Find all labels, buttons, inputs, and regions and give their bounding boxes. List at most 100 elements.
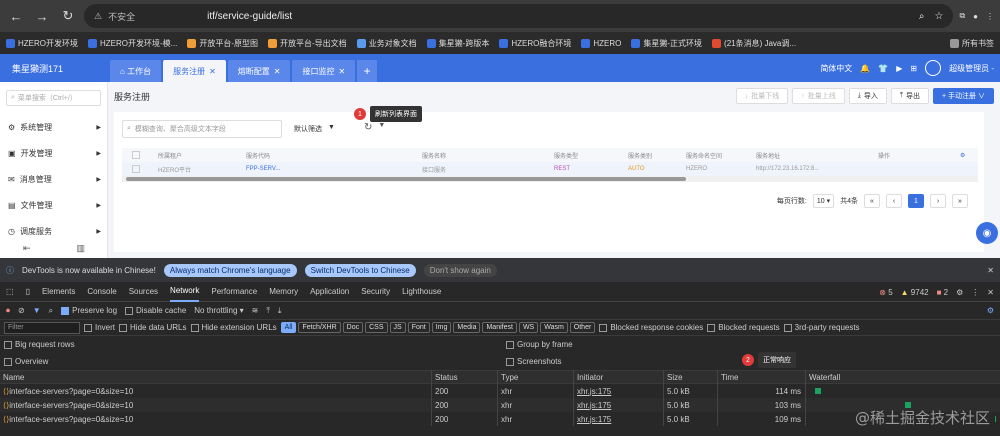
- profile-icon[interactable]: ●: [973, 12, 978, 21]
- table-row[interactable]: HZERO平台 FPP-SERV... 接口服务 REST AUTO HZERO…: [122, 162, 978, 176]
- blocked-requests-checkbox[interactable]: Blocked requests: [707, 323, 780, 332]
- overview-checkbox[interactable]: Overview: [4, 357, 48, 366]
- back-icon[interactable]: ←: [6, 6, 26, 26]
- column-header[interactable]: Name: [0, 370, 432, 384]
- filter-chip[interactable]: Font: [407, 322, 430, 333]
- menu-icon[interactable]: ⋮: [986, 12, 994, 21]
- horizontal-scrollbar[interactable]: [122, 176, 978, 182]
- search-icon[interactable]: ⌕: [49, 306, 53, 316]
- first-page-button[interactable]: «: [864, 194, 880, 208]
- network-cell-initiator[interactable]: xhr.js:175: [574, 384, 664, 398]
- download-icon[interactable]: ⤓: [278, 306, 282, 316]
- filter-chip[interactable]: All: [280, 322, 297, 333]
- tab-sources[interactable]: Sources: [129, 282, 158, 302]
- filter-chip[interactable]: Img: [431, 322, 452, 333]
- settings-icon[interactable]: ⚙: [960, 152, 965, 159]
- filter-chip[interactable]: Doc: [342, 322, 364, 333]
- forward-icon[interactable]: →: [32, 6, 52, 26]
- close-icon[interactable]: ✕: [987, 266, 994, 275]
- match-language-button[interactable]: Always match Chrome's language: [163, 263, 297, 277]
- hide-extension-urls-checkbox[interactable]: Hide extension URLs: [190, 323, 277, 332]
- batch-online-button[interactable]: ↑ 批量上线: [792, 88, 845, 104]
- close-icon[interactable]: ✕: [274, 67, 281, 76]
- refresh-icon[interactable]: ↻: [364, 122, 372, 133]
- shirt-icon[interactable]: 👕: [878, 64, 888, 73]
- tab-api-monitor[interactable]: 接口监控 ✕: [292, 60, 356, 82]
- filter-chip[interactable]: Media: [453, 322, 481, 333]
- bookmark-item[interactable]: HZERO融合环境: [499, 38, 571, 49]
- tab-security[interactable]: Security: [361, 282, 390, 302]
- play-icon[interactable]: ▶: [896, 64, 902, 73]
- record-icon[interactable]: ⏺: [6, 306, 10, 316]
- column-header[interactable]: Size: [664, 370, 718, 384]
- big-rows-checkbox[interactable]: Big request rows: [4, 340, 75, 349]
- sidebar-item-schedule[interactable]: ◷ 调度服务 ▶: [0, 218, 107, 244]
- network-cell-initiator[interactable]: xhr.js:175: [574, 398, 664, 412]
- reload-icon[interactable]: ↻: [58, 6, 78, 26]
- network-request-row[interactable]: ⟨⟩ interface-servers?page=0&size=10 200 xh…: [0, 398, 1000, 412]
- tab-memory[interactable]: Memory: [269, 282, 298, 302]
- row-checkbox[interactable]: [122, 165, 158, 173]
- column-header[interactable]: Waterfall: [806, 370, 996, 384]
- sidebar-item-system[interactable]: ⚙ 系统管理 ▶: [0, 114, 107, 140]
- tab-circuit-config[interactable]: 熔断配置 ✕: [227, 60, 291, 82]
- bell-icon[interactable]: 🔔: [860, 64, 870, 73]
- scrollbar-thumb[interactable]: [126, 177, 686, 181]
- screenshots-checkbox[interactable]: Screenshots: [506, 357, 561, 366]
- tab-lighthouse[interactable]: Lighthouse: [402, 282, 441, 302]
- more-icon[interactable]: ⋮: [971, 288, 979, 297]
- tab-performance[interactable]: Performance: [211, 282, 257, 302]
- switch-chinese-button[interactable]: Switch DevTools to Chinese: [304, 263, 416, 277]
- close-icon[interactable]: ✕: [338, 67, 345, 76]
- language-select[interactable]: 简体中文: [820, 63, 852, 74]
- error-count[interactable]: ⊗ 5: [879, 288, 892, 297]
- column-header[interactable]: Time: [718, 370, 806, 384]
- batch-offline-button[interactable]: ↓ 批量下线: [735, 88, 789, 104]
- issue-count[interactable]: ■ 2: [937, 288, 949, 297]
- bookmark-item[interactable]: 集星獭-跨版本: [426, 38, 489, 49]
- assistant-fab-button[interactable]: ◉: [976, 222, 998, 244]
- select-all-checkbox[interactable]: [122, 151, 158, 159]
- page-number-button[interactable]: 1: [908, 194, 924, 208]
- tab-network[interactable]: Network: [170, 282, 200, 302]
- network-request-row[interactable]: ⟨⟩ interface-servers?page=0&size=10 200 xh…: [0, 412, 1000, 426]
- zoom-icon[interactable]: ⌕: [919, 11, 925, 22]
- tab-console[interactable]: Console: [87, 282, 116, 302]
- filter-chip[interactable]: Manifest: [482, 322, 517, 333]
- warning-count[interactable]: ▲ 9742: [901, 288, 929, 297]
- filter-icon[interactable]: ▼: [33, 306, 41, 315]
- settings-icon[interactable]: ⚙: [987, 306, 994, 315]
- upload-icon[interactable]: ⤒: [266, 306, 270, 316]
- star-icon[interactable]: ☆: [934, 11, 943, 22]
- fuzzy-search-input[interactable]: ⌕ 模糊查询、聚合高级文本字段: [122, 120, 282, 138]
- blocked-cookies-checkbox[interactable]: Blocked response cookies: [599, 323, 703, 332]
- dont-show-button[interactable]: Don't show again: [423, 263, 497, 277]
- sidebar-item-message[interactable]: ✉ 消息管理 ▶: [0, 166, 107, 192]
- tab-workbench[interactable]: ⌂ 工作台: [110, 60, 162, 82]
- avatar[interactable]: [925, 60, 942, 76]
- tab-elements[interactable]: Elements: [42, 282, 75, 302]
- settings-icon[interactable]: ⚙: [956, 288, 963, 297]
- import-button[interactable]: ⤓ 导入: [848, 88, 887, 104]
- disable-cache-checkbox[interactable]: Disable cache: [125, 306, 186, 315]
- bookmark-item[interactable]: HZERO开发环境: [6, 38, 78, 49]
- page-size-select[interactable]: 10 ▾: [812, 194, 835, 208]
- inspect-icon[interactable]: ⬚: [6, 282, 14, 302]
- device-toggle-icon[interactable]: ▯: [26, 282, 30, 302]
- preserve-log-checkbox[interactable]: Preserve log: [61, 306, 117, 315]
- bookmark-item[interactable]: 所有书签: [950, 38, 994, 49]
- filter-chip[interactable]: CSS: [365, 322, 388, 333]
- filter-chip[interactable]: WS: [518, 322, 539, 333]
- hide-data-urls-checkbox[interactable]: Hide data URLs: [119, 323, 187, 332]
- throttle-select[interactable]: No throttling ▾: [194, 306, 243, 315]
- export-button[interactable]: ⤒ 导出: [890, 88, 930, 104]
- filter-chip[interactable]: Wasm: [540, 322, 568, 333]
- tenant-name[interactable]: 集星獭测171: [12, 54, 110, 82]
- group-frame-checkbox[interactable]: Group by frame: [506, 340, 573, 349]
- bookmark-item[interactable]: HZERO开发环境-模...: [88, 38, 177, 49]
- menu-search-input[interactable]: ⌕ 菜单搜索（Ctrl+/）: [6, 90, 101, 106]
- bookmark-item[interactable]: HZERO: [581, 38, 621, 48]
- bookmark-item[interactable]: (21条消息) Java调...: [712, 38, 796, 49]
- close-icon[interactable]: ✕: [987, 288, 994, 297]
- prev-page-button[interactable]: ‹: [886, 194, 902, 208]
